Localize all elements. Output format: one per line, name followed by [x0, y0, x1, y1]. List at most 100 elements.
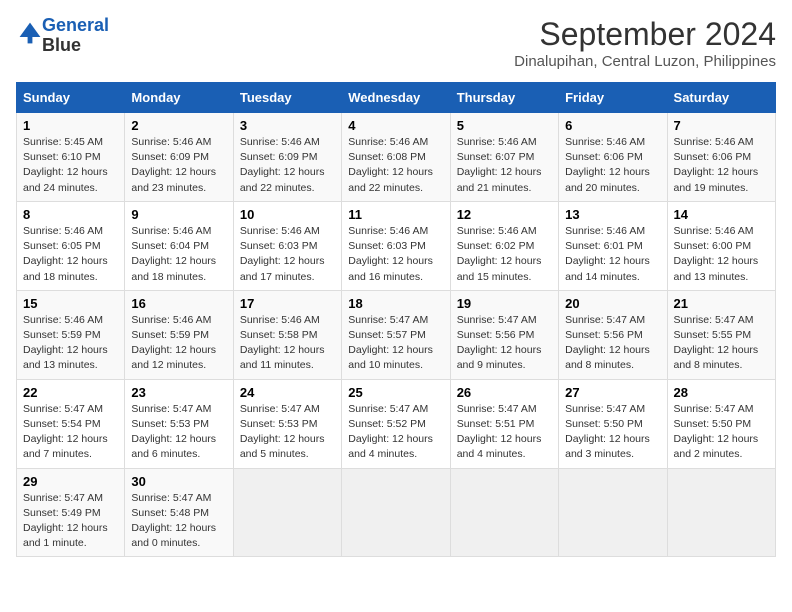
table-row: 25 Sunrise: 5:47 AM Sunset: 5:52 PM Dayli…: [342, 379, 450, 468]
logo-blue: Blue: [42, 35, 81, 55]
table-row: 1 Sunrise: 5:45 AM Sunset: 6:10 PM Daylig…: [17, 113, 125, 202]
day-detail: Sunrise: 5:46 AM Sunset: 6:09 PM Dayligh…: [240, 135, 335, 196]
table-row: [342, 468, 450, 557]
day-number: 29: [23, 474, 118, 489]
table-row: 20 Sunrise: 5:47 AM Sunset: 5:56 PM Dayli…: [559, 290, 667, 379]
table-row: 30 Sunrise: 5:47 AM Sunset: 5:48 PM Dayli…: [125, 468, 233, 557]
day-number: 21: [674, 296, 769, 311]
day-number: 1: [23, 118, 118, 133]
day-number: 12: [457, 207, 552, 222]
table-row: 10Sunrise: 5:46 AM Sunset: 6:03 PM Dayli…: [233, 201, 341, 290]
day-number: 25: [348, 385, 443, 400]
table-row: 24 Sunrise: 5:47 AM Sunset: 5:53 PM Dayli…: [233, 379, 341, 468]
day-number: 8: [23, 207, 118, 222]
day-detail: Sunrise: 5:47 AM Sunset: 5:50 PM Dayligh…: [565, 402, 660, 463]
title-area: September 2024 Dinalupihan, Central Luzo…: [514, 16, 776, 70]
day-detail: Sunrise: 5:47 AM Sunset: 5:52 PM Dayligh…: [348, 402, 443, 463]
table-row: 16 Sunrise: 5:46 AM Sunset: 5:59 PM Dayli…: [125, 290, 233, 379]
day-number: 6: [565, 118, 660, 133]
table-row: 27 Sunrise: 5:47 AM Sunset: 5:50 PM Dayli…: [559, 379, 667, 468]
page-header: General Blue September 2024 Dinalupihan,…: [16, 16, 776, 70]
day-detail: Sunrise: 5:47 AM Sunset: 5:48 PM Dayligh…: [131, 491, 226, 552]
day-number: 3: [240, 118, 335, 133]
table-row: 15Sunrise: 5:46 AM Sunset: 5:59 PM Dayli…: [17, 290, 125, 379]
month-title: September 2024: [514, 16, 776, 53]
day-detail: Sunrise: 5:46 AM Sunset: 6:03 PM Dayligh…: [348, 224, 443, 285]
day-number: 13: [565, 207, 660, 222]
table-row: [667, 468, 775, 557]
logo: General Blue: [16, 16, 109, 56]
calendar-week-row: 8 Sunrise: 5:46 AM Sunset: 6:05 PM Daylig…: [17, 201, 776, 290]
calendar-week-row: 15Sunrise: 5:46 AM Sunset: 5:59 PM Dayli…: [17, 290, 776, 379]
header-sunday: Sunday: [17, 83, 125, 113]
day-number: 20: [565, 296, 660, 311]
calendar-header-row: Sunday Monday Tuesday Wednesday Thursday…: [17, 83, 776, 113]
table-row: 2Sunrise: 5:46 AM Sunset: 6:09 PM Daylig…: [125, 113, 233, 202]
day-number: 24: [240, 385, 335, 400]
table-row: 22Sunrise: 5:47 AM Sunset: 5:54 PM Dayli…: [17, 379, 125, 468]
logo-general: General: [42, 15, 109, 35]
table-row: 17Sunrise: 5:46 AM Sunset: 5:58 PM Dayli…: [233, 290, 341, 379]
day-number: 30: [131, 474, 226, 489]
day-detail: Sunrise: 5:46 AM Sunset: 6:08 PM Dayligh…: [348, 135, 443, 196]
day-detail: Sunrise: 5:46 AM Sunset: 6:01 PM Dayligh…: [565, 224, 660, 285]
table-row: [559, 468, 667, 557]
day-detail: Sunrise: 5:46 AM Sunset: 5:59 PM Dayligh…: [23, 313, 118, 374]
header-tuesday: Tuesday: [233, 83, 341, 113]
logo-text: General Blue: [42, 16, 109, 56]
day-detail: Sunrise: 5:47 AM Sunset: 5:56 PM Dayligh…: [565, 313, 660, 374]
table-row: 19Sunrise: 5:47 AM Sunset: 5:56 PM Dayli…: [450, 290, 558, 379]
header-monday: Monday: [125, 83, 233, 113]
day-detail: Sunrise: 5:47 AM Sunset: 5:51 PM Dayligh…: [457, 402, 552, 463]
day-number: 14: [674, 207, 769, 222]
day-detail: Sunrise: 5:47 AM Sunset: 5:53 PM Dayligh…: [131, 402, 226, 463]
day-number: 23: [131, 385, 226, 400]
day-detail: Sunrise: 5:46 AM Sunset: 6:04 PM Dayligh…: [131, 224, 226, 285]
table-row: 3 Sunrise: 5:46 AM Sunset: 6:09 PM Daylig…: [233, 113, 341, 202]
table-row: 12Sunrise: 5:46 AM Sunset: 6:02 PM Dayli…: [450, 201, 558, 290]
day-detail: Sunrise: 5:46 AM Sunset: 6:06 PM Dayligh…: [674, 135, 769, 196]
header-wednesday: Wednesday: [342, 83, 450, 113]
table-row: 28 Sunrise: 5:47 AM Sunset: 5:50 PM Dayli…: [667, 379, 775, 468]
table-row: 13 Sunrise: 5:46 AM Sunset: 6:01 PM Dayli…: [559, 201, 667, 290]
day-detail: Sunrise: 5:46 AM Sunset: 6:00 PM Dayligh…: [674, 224, 769, 285]
day-detail: Sunrise: 5:46 AM Sunset: 5:59 PM Dayligh…: [131, 313, 226, 374]
calendar-table: Sunday Monday Tuesday Wednesday Thursday…: [16, 82, 776, 557]
day-detail: Sunrise: 5:47 AM Sunset: 5:53 PM Dayligh…: [240, 402, 335, 463]
location-title: Dinalupihan, Central Luzon, Philippines: [514, 53, 776, 70]
day-number: 10: [240, 207, 335, 222]
table-row: 5Sunrise: 5:46 AM Sunset: 6:07 PM Daylig…: [450, 113, 558, 202]
calendar-week-row: 22Sunrise: 5:47 AM Sunset: 5:54 PM Dayli…: [17, 379, 776, 468]
day-detail: Sunrise: 5:47 AM Sunset: 5:57 PM Dayligh…: [348, 313, 443, 374]
day-detail: Sunrise: 5:47 AM Sunset: 5:49 PM Dayligh…: [23, 491, 118, 552]
table-row: 14 Sunrise: 5:46 AM Sunset: 6:00 PM Dayli…: [667, 201, 775, 290]
header-saturday: Saturday: [667, 83, 775, 113]
day-number: 26: [457, 385, 552, 400]
table-row: 7 Sunrise: 5:46 AM Sunset: 6:06 PM Daylig…: [667, 113, 775, 202]
day-detail: Sunrise: 5:46 AM Sunset: 6:05 PM Dayligh…: [23, 224, 118, 285]
day-number: 9: [131, 207, 226, 222]
day-number: 7: [674, 118, 769, 133]
table-row: 26 Sunrise: 5:47 AM Sunset: 5:51 PM Dayli…: [450, 379, 558, 468]
day-detail: Sunrise: 5:45 AM Sunset: 6:10 PM Dayligh…: [23, 135, 118, 196]
calendar-week-row: 29 Sunrise: 5:47 AM Sunset: 5:49 PM Dayli…: [17, 468, 776, 557]
day-detail: Sunrise: 5:46 AM Sunset: 6:07 PM Dayligh…: [457, 135, 552, 196]
day-number: 22: [23, 385, 118, 400]
table-row: 9 Sunrise: 5:46 AM Sunset: 6:04 PM Daylig…: [125, 201, 233, 290]
day-detail: Sunrise: 5:47 AM Sunset: 5:50 PM Dayligh…: [674, 402, 769, 463]
table-row: 21Sunrise: 5:47 AM Sunset: 5:55 PM Dayli…: [667, 290, 775, 379]
day-number: 11: [348, 207, 443, 222]
table-row: 6 Sunrise: 5:46 AM Sunset: 6:06 PM Daylig…: [559, 113, 667, 202]
day-detail: Sunrise: 5:46 AM Sunset: 6:09 PM Dayligh…: [131, 135, 226, 196]
day-number: 28: [674, 385, 769, 400]
day-number: 27: [565, 385, 660, 400]
day-detail: Sunrise: 5:46 AM Sunset: 5:58 PM Dayligh…: [240, 313, 335, 374]
table-row: 18 Sunrise: 5:47 AM Sunset: 5:57 PM Dayli…: [342, 290, 450, 379]
day-number: 16: [131, 296, 226, 311]
header-thursday: Thursday: [450, 83, 558, 113]
table-row: [233, 468, 341, 557]
table-row: 4Sunrise: 5:46 AM Sunset: 6:08 PM Daylig…: [342, 113, 450, 202]
day-detail: Sunrise: 5:46 AM Sunset: 6:06 PM Dayligh…: [565, 135, 660, 196]
table-row: 29 Sunrise: 5:47 AM Sunset: 5:49 PM Dayli…: [17, 468, 125, 557]
day-number: 18: [348, 296, 443, 311]
